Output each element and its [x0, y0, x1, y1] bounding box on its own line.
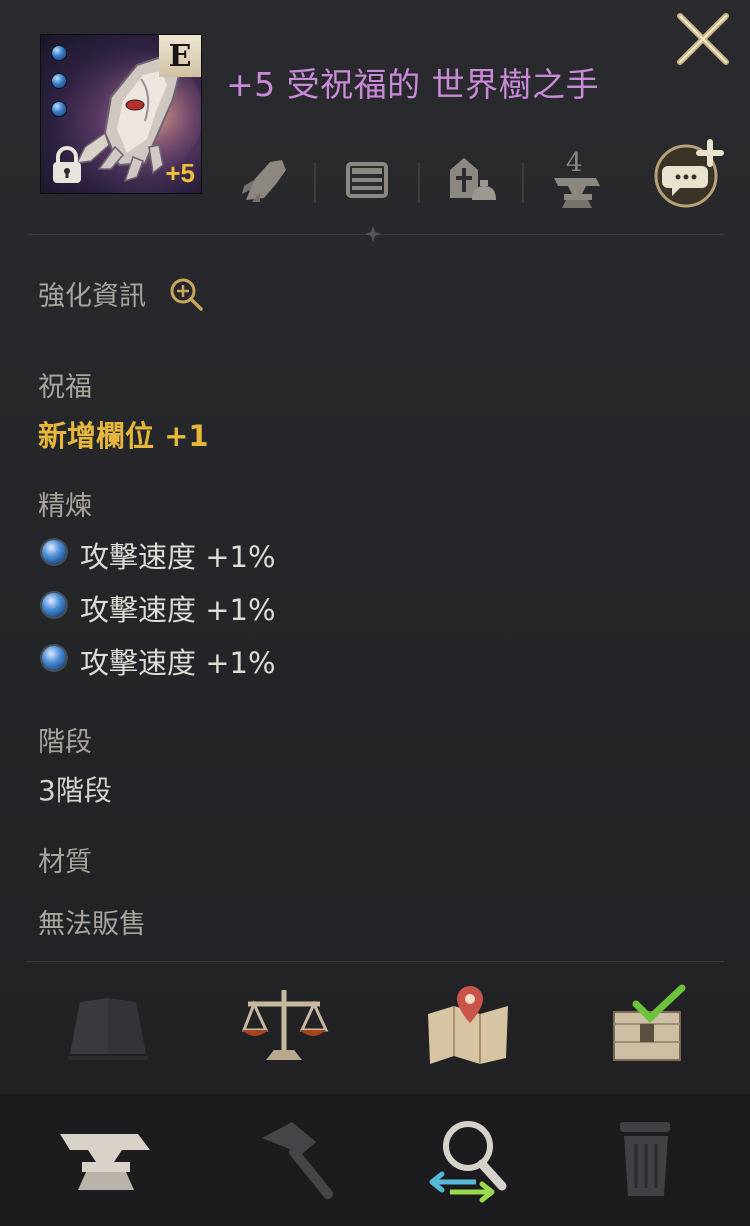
map-pin-icon — [428, 986, 508, 1064]
header-separator — [418, 163, 420, 203]
refine-stat-text: 攻擊速度 +1% — [80, 540, 276, 574]
material-label: 材質 — [38, 847, 92, 878]
refine-stat-text: 攻擊速度 +1% — [80, 646, 276, 680]
item-title: +5 受祝福的 世界樹之手 — [226, 65, 600, 104]
grade-badge: E — [159, 35, 201, 77]
enhance-level: +5 — [165, 158, 195, 188]
repair-button[interactable] — [244, 1112, 340, 1204]
book-icon — [68, 998, 148, 1060]
divider-ornament-icon — [365, 226, 381, 242]
anvil-icon — [554, 178, 600, 208]
header-separator — [522, 163, 524, 203]
actions-divider — [26, 961, 724, 962]
item-icon[interactable]: E +5 — [40, 34, 202, 194]
gem-slot-icon — [51, 73, 67, 89]
chest-check-icon — [613, 984, 686, 1061]
gem-slot-icon — [51, 101, 67, 117]
bind-warehouse-icon — [450, 158, 496, 200]
storage-chest-icon — [346, 162, 388, 198]
refine-gem-icon — [42, 646, 66, 670]
appraise-button[interactable] — [238, 984, 330, 1068]
trash-icon — [620, 1122, 670, 1196]
refine-gem-icon — [42, 540, 66, 564]
refine-gem-icon — [42, 593, 66, 617]
refine-stat-text: 攻擊速度 +1% — [80, 593, 276, 627]
map-location-button[interactable] — [422, 984, 514, 1068]
scales-icon — [241, 990, 329, 1060]
item-tooltip-panel: E +5 +5 受祝福的 世界樹之手 4 強化資訊 祝福 新增欄位 +1 精煉 … — [0, 0, 750, 1226]
close-button[interactable] — [672, 10, 734, 72]
lock-icon — [53, 146, 81, 183]
encyclopedia-button[interactable] — [62, 984, 154, 1068]
storage-box-button[interactable] — [606, 984, 698, 1068]
discard-button[interactable] — [598, 1112, 694, 1204]
hammer-icon — [262, 1122, 333, 1199]
anvil-icon — [60, 1134, 150, 1190]
chat-add-button[interactable] — [654, 138, 724, 208]
tier-label: 階段 — [38, 727, 92, 758]
trade-status: 無法販售 — [38, 909, 146, 940]
inspect-exchange-button[interactable] — [420, 1112, 516, 1204]
magnify-plus-icon[interactable] — [168, 276, 204, 312]
gem-slot-icon — [51, 45, 67, 61]
blessing-label: 祝福 — [38, 372, 92, 403]
enhance-info-label: 強化資訊 — [38, 281, 146, 312]
blessing-value: 新增欄位 +1 — [38, 419, 209, 453]
enhance-button[interactable] — [56, 1112, 152, 1204]
tier-value: 3階段 — [38, 774, 112, 807]
header-separator — [314, 163, 316, 203]
refine-label: 精煉 — [38, 491, 92, 522]
close-icon — [677, 13, 729, 65]
magnifier-exchange-icon — [429, 1121, 507, 1203]
gauntlet-type-icon — [242, 160, 286, 202]
